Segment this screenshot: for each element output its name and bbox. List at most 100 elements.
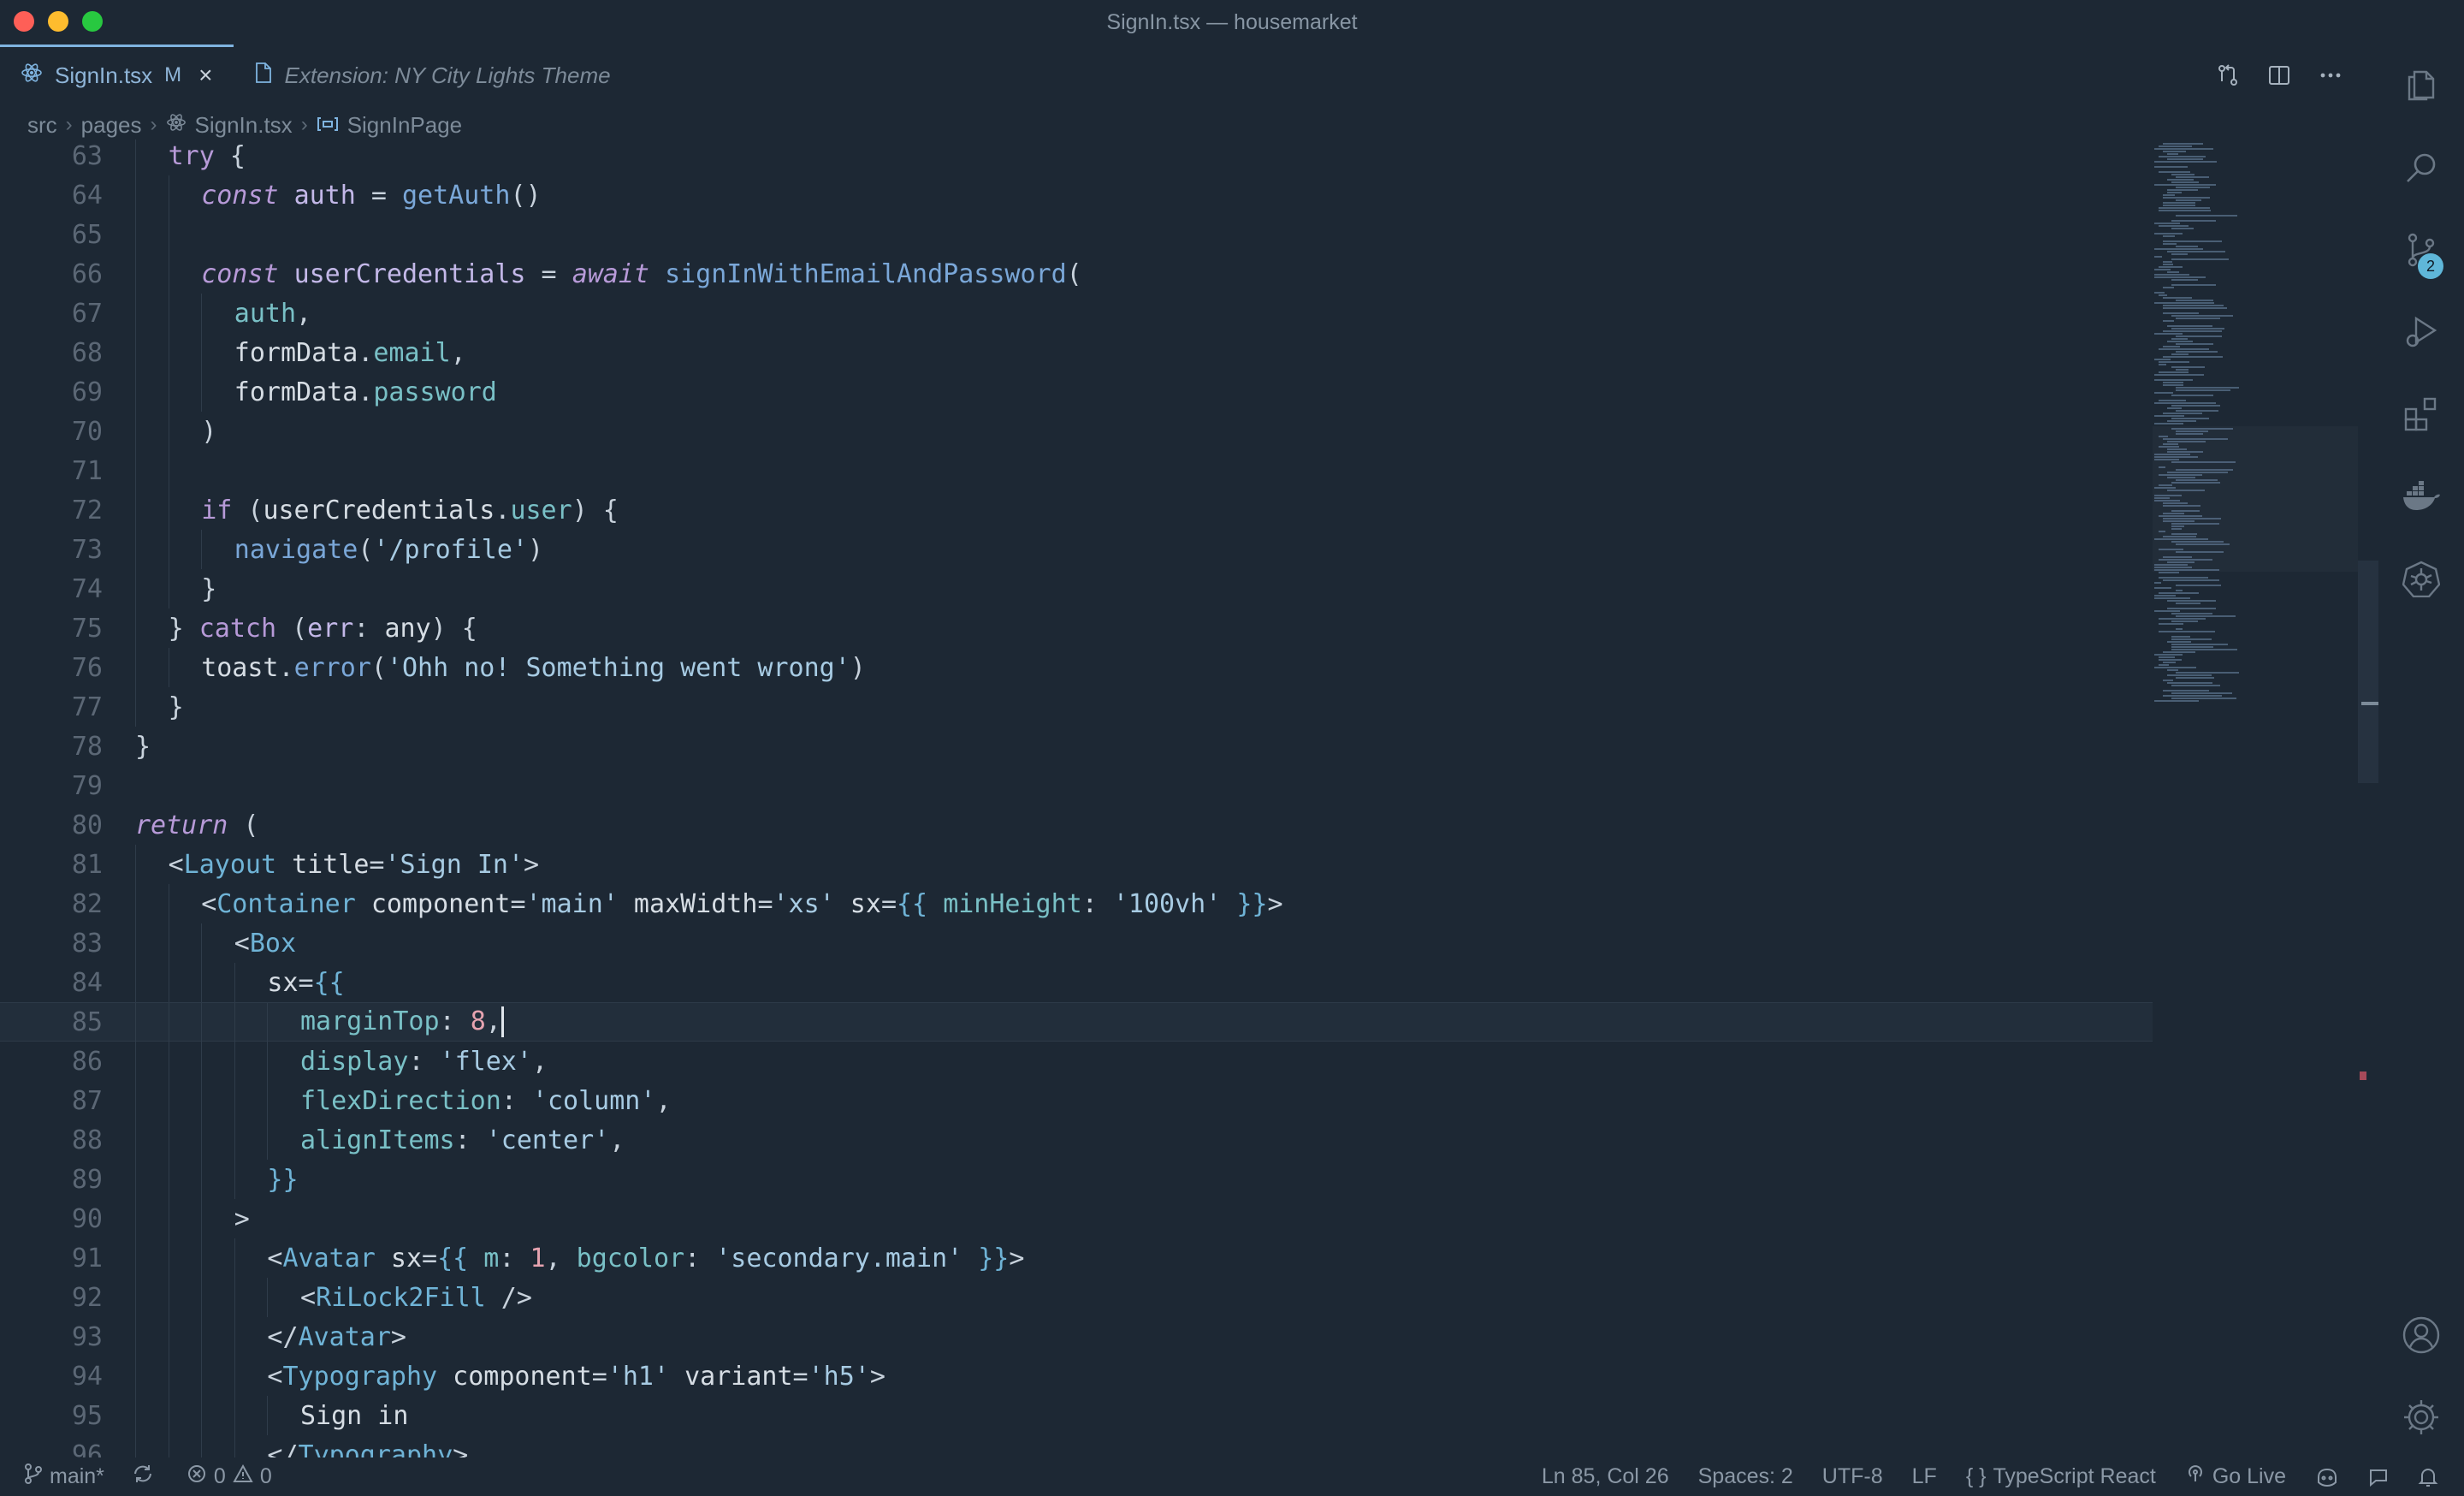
code-token: =	[369, 849, 385, 880]
close-tab-icon[interactable]: ×	[198, 62, 212, 89]
code-line[interactable]: 78}	[0, 727, 2153, 766]
minimap-line	[2167, 158, 2203, 160]
minimap-line	[2176, 300, 2213, 301]
copilot-icon[interactable]	[2315, 1467, 2339, 1487]
code-line[interactable]: 95 Sign in	[0, 1396, 2153, 1435]
kubernetes-icon[interactable]	[2401, 558, 2442, 599]
code-line[interactable]: 89}}	[0, 1160, 2153, 1199]
chevron-right-icon: ›	[300, 113, 308, 136]
branch-status[interactable]: main*	[24, 1463, 104, 1491]
code-line[interactable]: 83 <Box	[0, 923, 2153, 963]
minimap-line	[2171, 692, 2232, 694]
eol-setting[interactable]: LF	[1912, 1464, 1937, 1489]
code-line[interactable]: 63 try {	[0, 140, 2153, 175]
git-branch-icon	[24, 1463, 43, 1491]
indent-guide	[201, 333, 203, 372]
code-token: minHeight	[943, 888, 1082, 919]
code-token: >	[234, 1203, 250, 1234]
indent-guide	[135, 923, 136, 963]
code-text: toast.error('Ohh no! Something went wron…	[201, 653, 866, 683]
feedback-icon[interactable]	[2368, 1467, 2389, 1487]
code-token: ,	[450, 337, 466, 368]
tab-signin-tsx[interactable]: SignIn.tsx M ×	[0, 45, 234, 106]
minimap-line	[2154, 459, 2179, 460]
breadcrumb-item-src[interactable]: src	[27, 112, 57, 139]
code-line[interactable]: 74}	[0, 569, 2153, 608]
code-line[interactable]: 64 const auth = getAuth()	[0, 175, 2153, 215]
indent-guide	[234, 1238, 235, 1278]
minimap-line	[2154, 654, 2183, 656]
breadcrumb-item-symbol[interactable]: SignInPage	[347, 112, 462, 139]
code-line[interactable]: 86 display: 'flex',	[0, 1042, 2153, 1081]
sync-button[interactable]	[132, 1463, 154, 1491]
code-line[interactable]: 76 toast.error('Ohh no! Something went wr…	[0, 648, 2153, 687]
code-line[interactable]: 90 >	[0, 1199, 2153, 1238]
cursor-position[interactable]: Ln 85, Col 26	[1542, 1464, 1669, 1489]
explorer-icon[interactable]	[2401, 65, 2442, 106]
open-changes-icon[interactable]	[2214, 62, 2242, 89]
code-line[interactable]: 80 return (	[0, 805, 2153, 845]
code-line[interactable]: 87 flexDirection: 'column',	[0, 1081, 2153, 1120]
code-line[interactable]: 77}	[0, 687, 2153, 727]
tab-extension-theme[interactable]: Extension: NY City Lights Theme	[234, 45, 631, 106]
minimap[interactable]	[2153, 140, 2358, 739]
code-line[interactable]: 94 <Typography component='h1' variant='h5…	[0, 1356, 2153, 1396]
code-line[interactable]: 91 <Avatar sx={{ m: 1, bgcolor: 'secondar…	[0, 1238, 2153, 1278]
code-token: =	[525, 258, 572, 289]
code-line[interactable]: 85 marginTop: 8,	[0, 1002, 2153, 1042]
minimap-line	[2176, 615, 2236, 617]
code-line[interactable]: 88 alignItems: 'center',	[0, 1120, 2153, 1160]
close-window-button[interactable]	[14, 11, 34, 32]
code-token: .	[278, 652, 294, 683]
go-live-button[interactable]: Go Live	[2185, 1463, 2286, 1490]
notifications-bell-icon[interactable]	[2418, 1466, 2438, 1488]
more-actions-icon[interactable]	[2317, 62, 2344, 89]
breadcrumb-item-file[interactable]: SignIn.tsx	[195, 112, 293, 139]
indentation-setting[interactable]: Spaces: 2	[1698, 1464, 1793, 1489]
minimap-line	[2159, 549, 2183, 550]
language-mode[interactable]: { } TypeScript React	[1966, 1464, 2156, 1489]
search-icon[interactable]	[2401, 147, 2442, 188]
code-line[interactable]: 71	[0, 451, 2153, 490]
encoding-setting[interactable]: UTF-8	[1822, 1464, 1883, 1489]
code-line[interactable]: 73 navigate('/profile')	[0, 530, 2153, 569]
code-editor[interactable]: 63 try {64 const auth = getAuth() 65 66 const…	[0, 140, 2153, 1457]
code-token: ,	[609, 1125, 625, 1155]
docker-icon[interactable]	[2401, 476, 2442, 517]
problems-status[interactable]: 0 0	[187, 1463, 272, 1490]
code-line[interactable]: 96 </Typography>	[0, 1435, 2153, 1457]
run-debug-icon[interactable]	[2401, 312, 2442, 353]
code-line[interactable]: 93 </Avatar>	[0, 1317, 2153, 1356]
breadcrumb-item-pages[interactable]: pages	[81, 112, 142, 139]
code-line[interactable]: 84 sx={{	[0, 963, 2153, 1002]
code-token: (	[358, 534, 374, 565]
code-token: 'Ohh no! Something went wrong'	[386, 652, 850, 683]
code-line[interactable]: 75} catch (err: any) {	[0, 608, 2153, 648]
zoom-window-button[interactable]	[82, 11, 103, 32]
minimap-line	[2159, 656, 2175, 658]
code-line[interactable]: 82 <Container component='main' maxWidth='…	[0, 884, 2153, 923]
code-line[interactable]: 81 <Layout title='Sign In'>	[0, 845, 2153, 884]
code-token: formData	[234, 377, 358, 407]
indent-guide	[135, 1199, 136, 1238]
code-line[interactable]: 92 <RiLock2Fill />	[0, 1278, 2153, 1317]
settings-gear-icon[interactable]	[2401, 1397, 2442, 1438]
split-editor-icon[interactable]	[2266, 62, 2293, 89]
code-token: flexDirection	[300, 1085, 501, 1116]
extensions-icon[interactable]	[2401, 394, 2442, 435]
language-label: TypeScript React	[1993, 1464, 2156, 1488]
minimize-window-button[interactable]	[48, 11, 68, 32]
code-line[interactable]: 70)	[0, 412, 2153, 451]
indent-guide	[267, 1278, 269, 1317]
code-line[interactable]: 79	[0, 766, 2153, 805]
code-line[interactable]: 66 const userCredentials = await signInWi…	[0, 254, 2153, 294]
code-line[interactable]: 69 formData.password	[0, 372, 2153, 412]
code-text: </Typography>	[267, 1440, 468, 1458]
minimap-line	[2167, 600, 2216, 602]
line-number: 77	[71, 692, 103, 722]
code-line[interactable]: 65	[0, 215, 2153, 254]
account-icon[interactable]	[2401, 1315, 2442, 1356]
code-line[interactable]: 68 formData.email,	[0, 333, 2153, 372]
code-line[interactable]: 67 auth,	[0, 294, 2153, 333]
code-line[interactable]: 72 if (userCredentials.user) {	[0, 490, 2153, 530]
